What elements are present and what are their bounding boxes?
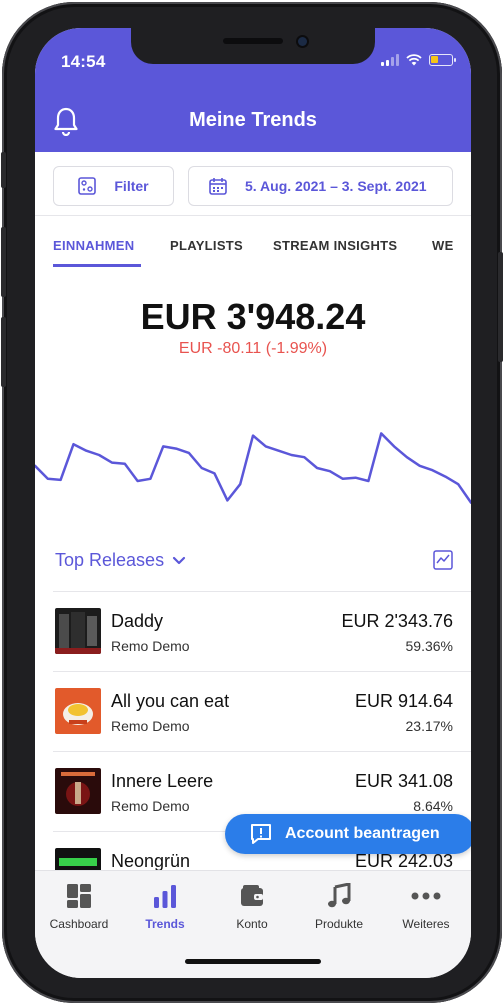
tabbar-item-konto[interactable]: Konto (209, 881, 295, 931)
filter-button-label: Filter (114, 178, 149, 194)
release-amount: EUR 341.08 (354, 771, 453, 791)
tabbar-item-weiteres[interactable]: Weiteres (383, 881, 469, 931)
front-camera (298, 37, 307, 46)
release-percent: 59.36% (405, 638, 453, 654)
release-artist: Remo Demo (111, 718, 190, 734)
wallet-icon (241, 885, 263, 906)
earpiece-speaker (223, 38, 283, 44)
list-item[interactable]: All you can eat Remo Demo EUR 914.64 23.… (53, 671, 471, 751)
tabbar-item-trends[interactable]: Trends (122, 881, 208, 931)
release-title: Innere Leere (111, 771, 214, 791)
filter-button[interactable]: Filter (53, 166, 174, 206)
battery-level (431, 56, 438, 63)
filter-icon (78, 177, 97, 195)
top-releases-title: Top Releases (55, 550, 165, 570)
release-cover (55, 688, 101, 734)
chart-series-line (35, 432, 471, 504)
releases-list: Daddy Remo Demo EUR 2'343.76 59.36% All … (53, 591, 471, 911)
chart-view-icon[interactable] (433, 550, 453, 570)
bottom-tab-bar: Cashboard Trends Konto Produkte Weiteres (35, 870, 471, 978)
tab-truncated[interactable]: WE (432, 238, 454, 253)
tabbar-label: Produkte (314, 917, 364, 931)
battery-icon (429, 54, 456, 66)
release-amount: EUR 2'343.76 (341, 611, 453, 631)
amount-change: EUR -80.11 (-1.99%) (178, 340, 328, 357)
app-screen: 14:54 Meine Trends Filter 5. Aug. 2021 –… (35, 28, 471, 978)
release-title: Neongrün (111, 851, 191, 871)
date-range-label: 5. Aug. 2021 – 3. Sept. 2021 (245, 178, 427, 194)
release-artist: Remo Demo (111, 798, 190, 814)
volume-down-button (1, 317, 6, 387)
top-releases-header: Top Releases (35, 550, 471, 590)
device-notch (131, 28, 375, 64)
phone-frame: 14:54 Meine Trends Filter 5. Aug. 2021 –… (1, 2, 503, 1003)
status-icons (381, 54, 456, 66)
tab-stream-insights[interactable]: STREAM INSIGHTS (273, 238, 397, 253)
power-button (498, 252, 503, 362)
chevron-down-icon (172, 556, 186, 564)
account-request-label: Account beantragen (285, 825, 440, 842)
tabbar-label: Weiteres (402, 917, 450, 931)
date-range-button[interactable]: 5. Aug. 2021 – 3. Sept. 2021 (188, 166, 453, 206)
account-request-button[interactable]: Account beantragen (225, 814, 471, 854)
bar-chart-icon (154, 885, 176, 908)
calendar-icon (209, 178, 227, 195)
filter-bar: Filter 5. Aug. 2021 – 3. Sept. 2021 (35, 152, 471, 216)
release-cover (55, 768, 101, 814)
music-note-icon (328, 883, 351, 908)
tabbar-label: Cashboard (49, 917, 109, 931)
mute-switch (1, 152, 6, 188)
release-amount: EUR 914.64 (354, 691, 453, 711)
release-amount: EUR 242.03 (354, 851, 453, 871)
app-header: 14:54 Meine Trends (35, 28, 471, 152)
release-percent: 8.64% (413, 798, 453, 814)
more-dots-icon (411, 892, 441, 900)
page-title: Meine Trends (189, 109, 317, 131)
release-percent: 23.17% (405, 718, 453, 734)
active-tab-indicator (53, 264, 141, 267)
tabbar-item-cashboard[interactable]: Cashboard (36, 881, 122, 931)
tabbar-label: Konto (236, 917, 268, 931)
wifi-icon (406, 54, 422, 66)
home-indicator (185, 959, 321, 964)
total-amount: EUR 3'948.24 (140, 296, 366, 337)
message-alert-icon (251, 824, 271, 844)
top-releases-dropdown[interactable]: Top Releases (55, 550, 186, 571)
status-time: 14:54 (61, 52, 106, 71)
section-tabs: EINNAHMEN PLAYLISTS STREAM INSIGHTS WE (35, 216, 471, 268)
release-artist: Remo Demo (111, 638, 190, 654)
release-title: All you can eat (111, 691, 230, 711)
release-cover (55, 608, 101, 654)
volume-up-button (1, 227, 6, 297)
tabbar-item-produkte[interactable]: Produkte (296, 881, 382, 931)
dashboard-icon (67, 884, 91, 908)
cellular-signal-icon (381, 54, 399, 66)
trend-line-chart (35, 432, 471, 504)
tab-einnahmen[interactable]: EINNAHMEN (53, 238, 134, 253)
tabbar-label: Trends (145, 917, 185, 931)
list-item[interactable]: Daddy Remo Demo EUR 2'343.76 59.36% (53, 591, 471, 671)
tab-playlists[interactable]: PLAYLISTS (170, 238, 243, 253)
release-title: Daddy (111, 611, 164, 631)
